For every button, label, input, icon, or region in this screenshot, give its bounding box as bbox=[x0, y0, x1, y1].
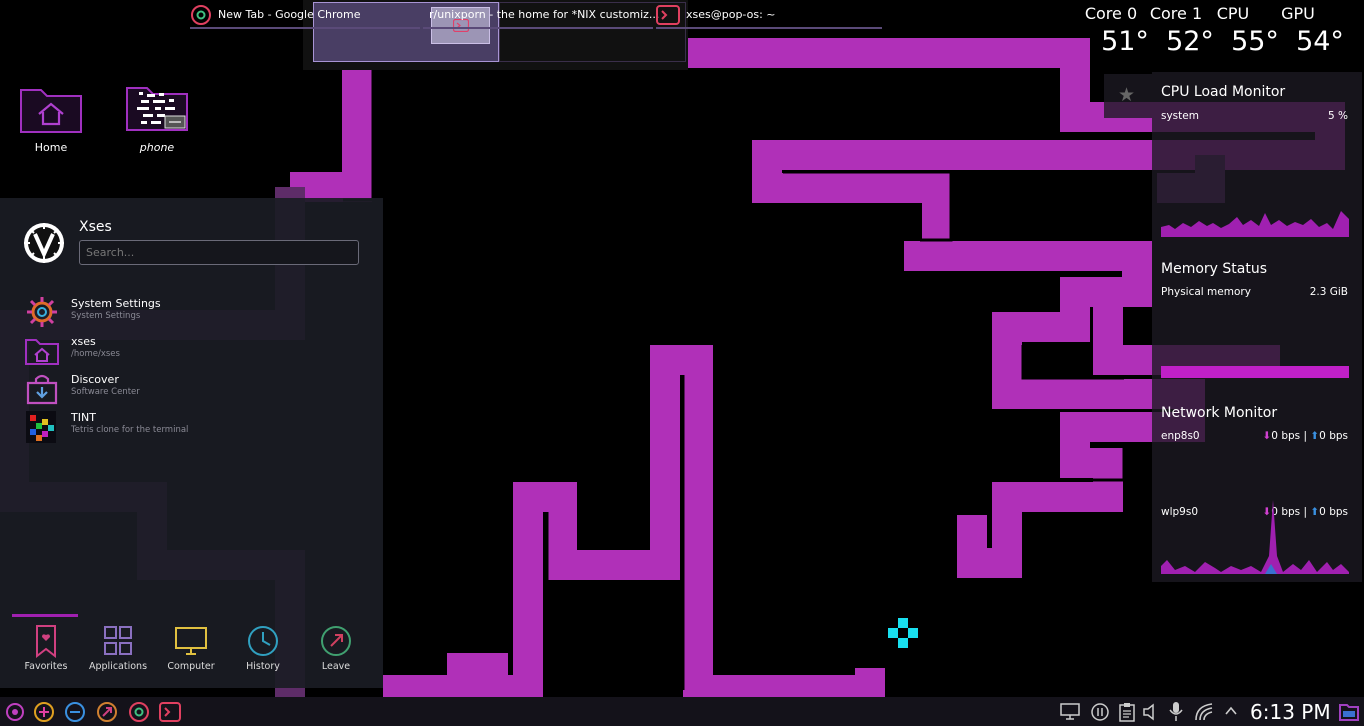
sensor-label: GPU bbox=[1281, 4, 1315, 23]
taskbar-clock[interactable]: 6:13 PM bbox=[1250, 700, 1331, 724]
memory-monitor-title: Memory Status bbox=[1161, 261, 1267, 277]
player-marker bbox=[888, 618, 918, 648]
taskbar-task-terminal[interactable]: xses@pop-os: ~ bbox=[656, 0, 882, 29]
star-icon[interactable]: ★ bbox=[1118, 84, 1135, 106]
system-tray bbox=[1058, 697, 1248, 726]
tab-label: Leave bbox=[321, 661, 351, 672]
minus-icon[interactable] bbox=[64, 701, 86, 723]
cpu-row-value: 5 % bbox=[1328, 110, 1348, 122]
tab-label: Computer bbox=[167, 661, 215, 672]
microphone-icon[interactable] bbox=[1168, 701, 1184, 722]
tetris-icon bbox=[26, 411, 56, 443]
wifi-icon[interactable] bbox=[1194, 702, 1214, 722]
chrome-icon bbox=[191, 4, 211, 25]
tab-applications[interactable]: Applications bbox=[87, 624, 149, 672]
app-name: System Settings bbox=[71, 297, 161, 310]
launcher-app-discover[interactable]: Discover Software Center bbox=[22, 371, 362, 407]
sensor-value: 51° bbox=[1101, 26, 1149, 57]
task-title: xses@pop-os: ~ bbox=[686, 8, 776, 21]
tab-leave[interactable]: Leave bbox=[305, 624, 367, 672]
task-underline bbox=[423, 27, 653, 29]
widget-handle[interactable]: ★ bbox=[1104, 74, 1152, 118]
cpu-load-graph bbox=[1161, 211, 1349, 237]
taskbar-launchers bbox=[0, 697, 210, 726]
network-monitor-title: Network Monitor bbox=[1161, 405, 1278, 421]
app-description: Software Center bbox=[71, 387, 140, 397]
volume-icon[interactable] bbox=[1142, 703, 1160, 721]
memory-row-value: 2.3 GiB bbox=[1309, 286, 1348, 298]
media-pause-icon[interactable] bbox=[1090, 702, 1110, 722]
tab-history[interactable]: History bbox=[232, 624, 294, 672]
tab-label: Applications bbox=[88, 661, 148, 672]
app-name: TINT bbox=[71, 411, 96, 424]
active-tab-indicator bbox=[12, 614, 78, 617]
avatar[interactable] bbox=[23, 222, 65, 264]
launcher-app-xses[interactable]: xses /home/xses bbox=[22, 333, 362, 369]
leave-icon bbox=[321, 626, 351, 656]
sensor-label: Core 0 bbox=[1084, 4, 1138, 23]
desktop-icon-label: Home bbox=[34, 141, 68, 154]
app-description: Tetris clone for the terminal bbox=[71, 425, 189, 435]
display-icon[interactable] bbox=[1060, 703, 1080, 720]
maze-path bbox=[383, 345, 885, 705]
network-separator: | bbox=[1303, 430, 1308, 442]
download-arrow-icon: ⬇ bbox=[1262, 430, 1272, 442]
task-underline bbox=[190, 27, 420, 29]
taskbar-task-unixporn[interactable]: r/unixporn - the home for *NIX customiz.… bbox=[423, 0, 659, 29]
search-input[interactable] bbox=[80, 242, 358, 263]
cpu-row-label: system bbox=[1161, 110, 1199, 122]
network-down: 0 bps bbox=[1271, 430, 1301, 442]
launcher-app-tint[interactable]: TINT Tetris clone for the terminal bbox=[22, 409, 362, 445]
task-title: r/unixporn - the home for *NIX customiz.… bbox=[429, 8, 660, 21]
sensor-label: CPU bbox=[1216, 4, 1250, 23]
terminal-icon bbox=[656, 4, 680, 25]
cpu-monitor-title: CPU Load Monitor bbox=[1161, 84, 1286, 100]
memory-row-label: Physical memory bbox=[1161, 286, 1251, 298]
desktop-icon-phone[interactable]: phone bbox=[117, 84, 197, 154]
settings-gear-icon bbox=[27, 297, 57, 327]
taskbar-task-new-tab[interactable]: New Tab - Google Chrome bbox=[190, 0, 420, 29]
tab-label: Favorites bbox=[24, 661, 68, 672]
bookmark-heart-icon bbox=[36, 625, 56, 658]
app-description: /home/xses bbox=[71, 349, 120, 359]
show-desktop-icon[interactable] bbox=[1338, 702, 1360, 722]
compass-icon[interactable] bbox=[96, 701, 118, 723]
desktop-icon-label: phone bbox=[139, 141, 175, 154]
tab-favorites[interactable]: Favorites bbox=[15, 624, 77, 672]
home-folder-icon bbox=[25, 339, 59, 365]
add-icon[interactable] bbox=[33, 701, 55, 723]
tab-label: History bbox=[246, 661, 280, 672]
app-menu-icon[interactable] bbox=[4, 702, 26, 722]
grid-icon bbox=[104, 626, 132, 655]
network-rates: ⬇0 bps | ⬆0 bps bbox=[1260, 430, 1348, 442]
app-name: xses bbox=[71, 335, 96, 348]
discover-icon bbox=[26, 374, 58, 405]
launcher-search-box[interactable] bbox=[79, 240, 359, 265]
home-folder-icon bbox=[20, 89, 82, 133]
tab-computer[interactable]: Computer bbox=[160, 624, 222, 672]
sensor-value: 55° bbox=[1231, 26, 1279, 57]
sensor-value: 52° bbox=[1166, 26, 1214, 57]
network-traffic-graph bbox=[1161, 500, 1349, 574]
app-description: System Settings bbox=[71, 311, 141, 321]
task-title: New Tab - Google Chrome bbox=[218, 8, 361, 21]
launcher-username: Xses bbox=[79, 219, 112, 235]
launcher-app-system-settings[interactable]: System Settings System Settings bbox=[22, 295, 362, 331]
clipboard-icon[interactable] bbox=[1118, 702, 1136, 722]
network-up: 0 bps bbox=[1319, 430, 1348, 442]
chevron-up-icon[interactable] bbox=[1224, 705, 1238, 717]
upload-arrow-icon: ⬆ bbox=[1310, 430, 1320, 442]
memory-usage-graph bbox=[1161, 366, 1349, 378]
monitor-icon bbox=[175, 627, 207, 655]
network-interface-name: enp8s0 bbox=[1161, 430, 1200, 442]
clock-icon bbox=[248, 626, 278, 656]
sensor-value: 54° bbox=[1296, 26, 1344, 57]
task-underline bbox=[656, 27, 882, 29]
desktop-icon-home[interactable]: Home bbox=[11, 84, 91, 154]
app-name: Discover bbox=[71, 373, 119, 386]
terminal-icon[interactable] bbox=[159, 702, 181, 722]
chrome-icon[interactable] bbox=[128, 701, 150, 723]
phone-folder-icon bbox=[126, 87, 188, 131]
